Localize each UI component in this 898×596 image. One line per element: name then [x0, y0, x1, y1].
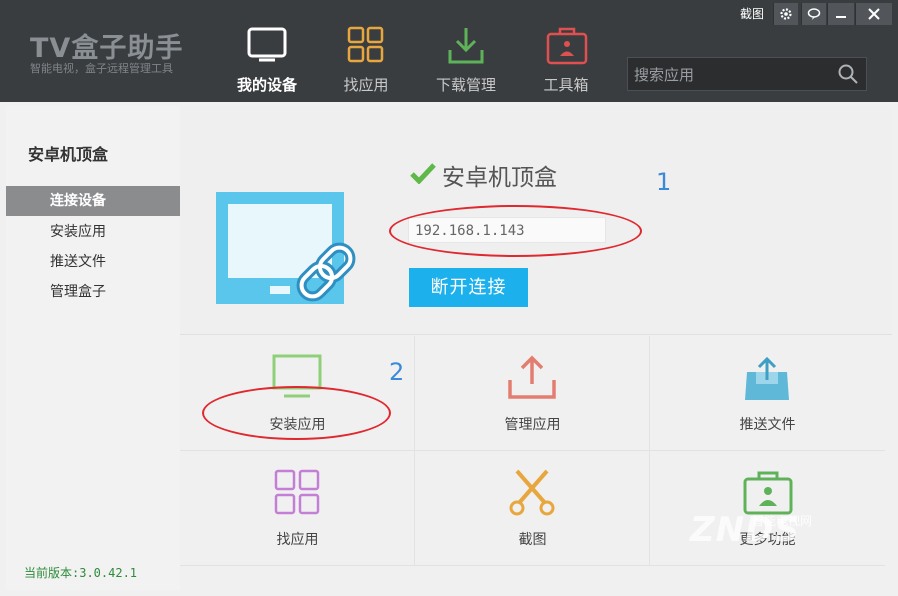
tile-label: 找应用 [276, 532, 319, 548]
sidebar-item-connect-device[interactable]: 连接设备 [6, 186, 180, 216]
close-button[interactable] [855, 3, 892, 25]
search-icon[interactable] [838, 64, 858, 84]
nav-my-devices[interactable]: 我的设备 [217, 0, 317, 102]
device-status-section: 安卓机顶盒 1 192.168.1.143 断开连接 [180, 106, 892, 335]
minimize-icon [836, 16, 846, 18]
tile-label: 推送文件 [739, 417, 796, 433]
inbox-icon [745, 356, 789, 400]
screenshot-link[interactable]: 截图 [734, 3, 770, 25]
tile-find-apps[interactable]: 找应用 [180, 451, 415, 566]
download-icon [448, 28, 484, 64]
nav-download-manager[interactable]: 下载管理 [416, 0, 516, 102]
app-logo-subtitle: 智能电视，盒子远程管理工具 [30, 62, 173, 75]
nav-label: 下载管理 [435, 76, 496, 94]
sidebar: 安卓机顶盒 连接设备 安装应用 推送文件 管理盒子 当前版本:3.0.42.1 [6, 106, 181, 590]
app-window: TV盒子助手 智能电视，盒子远程管理工具 我的设备 找应用 下载管理 工具箱 搜… [0, 0, 898, 596]
tile-label: 管理应用 [504, 417, 561, 433]
close-icon [868, 8, 880, 20]
grid-icon [347, 26, 384, 63]
settings-button[interactable] [773, 3, 798, 25]
sidebar-item-manage-box[interactable]: 管理盒子 [6, 277, 180, 307]
toolbox-icon [546, 27, 588, 65]
nav-label: 找应用 [343, 76, 389, 94]
header-bar: TV盒子助手 智能电视，盒子远程管理工具 我的设备 找应用 下载管理 工具箱 搜… [0, 0, 898, 102]
upload-icon [508, 355, 556, 399]
version-text: 当前版本:3.0.42.1 [24, 566, 138, 580]
search-box [627, 57, 867, 92]
feedback-button[interactable] [801, 3, 826, 25]
watermark-subtitle: 智能电视网 [752, 514, 813, 528]
grid-icon [274, 469, 320, 515]
device-connected-icon [216, 192, 356, 304]
scissors-icon [509, 469, 555, 516]
nav-toolbox[interactable]: 工具箱 [516, 0, 616, 102]
nav-label: 工具箱 [543, 76, 589, 94]
device-name: 安卓机顶盒 [442, 165, 557, 191]
sidebar-item-install-app[interactable]: 安装应用 [6, 217, 180, 247]
feature-tile-grid: 安装应用 管理应用 推送文件 找应用 截图 更多功能 2 [180, 336, 892, 590]
chat-bubble-icon [807, 8, 821, 20]
annotation-number-1: 1 [656, 168, 672, 196]
sidebar-item-push-file[interactable]: 推送文件 [6, 247, 180, 277]
annotation-number-2: 2 [389, 358, 405, 386]
annotation-circle-install-app [202, 386, 391, 440]
nav-find-apps[interactable]: 找应用 [316, 0, 416, 102]
minimize-button[interactable] [827, 3, 854, 25]
tv-icon [247, 27, 287, 62]
disconnect-button[interactable]: 断开连接 [409, 268, 528, 307]
sidebar-title: 安卓机顶盒 [28, 145, 109, 164]
annotation-circle-ip [389, 205, 642, 257]
gear-icon [780, 8, 792, 20]
search-input[interactable] [628, 58, 836, 92]
tile-label: 截图 [518, 532, 547, 548]
checkmark-icon [410, 163, 436, 184]
tile-push-file[interactable]: 推送文件 [650, 336, 885, 451]
tile-screenshot[interactable]: 截图 [415, 451, 650, 566]
tile-manage-apps[interactable]: 管理应用 [415, 336, 650, 451]
nav-label: 我的设备 [236, 76, 297, 94]
